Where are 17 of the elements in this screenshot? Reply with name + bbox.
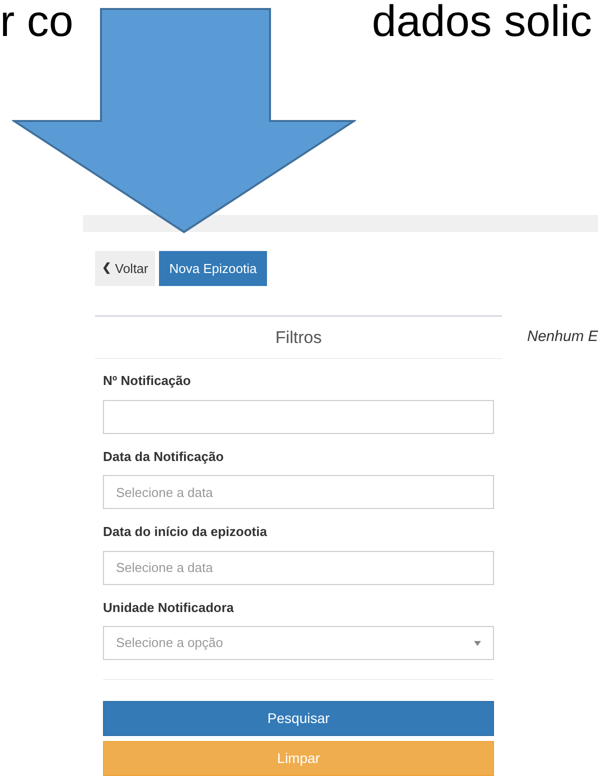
- field-label: Nº Notificação: [103, 372, 192, 390]
- empty-results-message: Nenhum E: [527, 328, 598, 345]
- down-arrow-icon: [12, 8, 356, 234]
- field-label: Data da Notificação: [103, 448, 225, 466]
- panel-title: Filtros: [275, 326, 322, 349]
- back-button[interactable]: ❮ Voltar: [95, 251, 156, 286]
- text-field[interactable]: [103, 400, 494, 434]
- field-label: Data do início da epizootia: [103, 523, 268, 541]
- field-label: Unidade Notificadora: [103, 598, 235, 616]
- search-button[interactable]: Pesquisar: [103, 701, 494, 736]
- date-field[interactable]: Selecione a data: [103, 550, 494, 584]
- new-epizootia-button[interactable]: Nova Epizootia: [159, 251, 267, 286]
- caret-down-icon: [474, 640, 482, 646]
- slide-caption: dados solic: [372, 0, 592, 44]
- date-field[interactable]: Selecione a data: [103, 475, 494, 509]
- slide-caption: r co: [0, 0, 74, 44]
- select-field[interactable]: Selecione a opção: [103, 626, 494, 660]
